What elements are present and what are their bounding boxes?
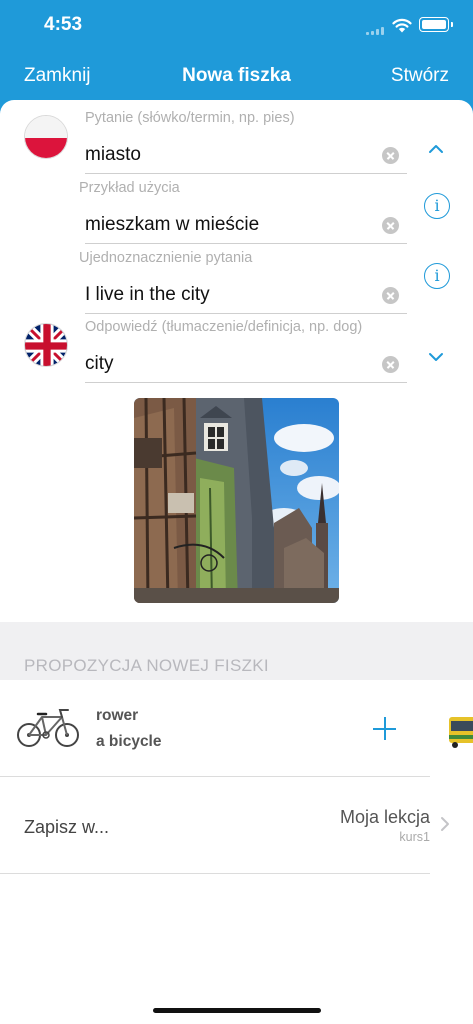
save-location-row[interactable]: Zapisz w... Moja lekcja kurs1 — [0, 778, 430, 874]
battery-icon — [419, 17, 453, 32]
example-info-icon[interactable]: i — [424, 193, 450, 219]
new-flashcard-sheet: Pytanie (słówko/termin, np. pies) miasto… — [0, 100, 473, 1024]
disambiguation-input[interactable]: I live in the city — [85, 276, 407, 314]
question-label: Pytanie (słówko/termin, np. pies) — [85, 110, 295, 126]
answer-input[interactable]: city — [85, 345, 407, 383]
suggestion-section-header: PROPOZYCJA NOWEJ FISZKI — [0, 622, 473, 680]
suggestion-translation: a bicycle — [96, 733, 162, 750]
bicycle-icon — [17, 709, 79, 747]
city-photo[interactable] — [134, 398, 339, 603]
suggestion-card[interactable]: rower a bicycle — [0, 680, 430, 777]
chevron-right-icon — [441, 817, 449, 831]
create-button[interactable]: Stwórz — [391, 65, 449, 87]
add-suggestion-icon[interactable] — [373, 717, 396, 740]
example-value: mieszkam w mieście — [85, 214, 260, 235]
question-field: Pytanie (słówko/termin, np. pies) miasto — [85, 110, 407, 176]
answer-field: Odpowiedź (tłumaczenie/definicja, np. do… — [85, 319, 407, 385]
answer-value: city — [85, 353, 114, 374]
example-label: Przykład użycia — [79, 180, 180, 196]
disambiguation-label: Ujednoznacznienie pytania — [79, 250, 253, 266]
lesson-name: Moja lekcja — [339, 807, 430, 827]
uk-flag-icon[interactable] — [24, 323, 68, 367]
question-value: miasto — [85, 144, 141, 165]
wifi-icon — [392, 18, 412, 33]
save-location-label: Zapisz w... — [24, 817, 110, 837]
clear-answer-icon[interactable] — [382, 356, 399, 373]
clear-disambiguation-icon[interactable] — [382, 287, 399, 304]
disambiguation-field: Ujednoznacznienie pytania I live in the … — [79, 250, 407, 316]
chevron-down-icon[interactable] — [427, 350, 445, 364]
course-name: kurs1 — [399, 830, 430, 844]
status-time: 4:53 — [44, 14, 83, 35]
chevron-up-icon[interactable] — [427, 142, 445, 156]
example-input[interactable]: mieszkam w mieście — [85, 206, 407, 244]
suggestion-word: rower — [96, 707, 139, 724]
suggestion-section-title: PROPOZYCJA NOWEJ FISZKI — [24, 656, 269, 675]
poland-flag-icon[interactable] — [24, 115, 68, 159]
answer-label: Odpowiedź (tłumaczenie/definicja, np. do… — [85, 319, 363, 335]
disambiguation-info-icon[interactable]: i — [424, 263, 450, 289]
cellular-signal-icon — [366, 27, 386, 35]
question-input[interactable]: miasto — [85, 136, 407, 174]
clear-question-icon[interactable] — [382, 147, 399, 164]
clear-example-icon[interactable] — [382, 217, 399, 234]
disambiguation-value: I live in the city — [85, 284, 210, 305]
example-field: Przykład użycia mieszkam w mieście — [79, 180, 407, 246]
bus-icon[interactable] — [447, 715, 473, 749]
status-bar: 4:53 — [0, 0, 473, 50]
navigation-bar: Zamknij Nowa fiszka Stwórz — [0, 50, 473, 100]
home-indicator[interactable] — [153, 1008, 321, 1013]
